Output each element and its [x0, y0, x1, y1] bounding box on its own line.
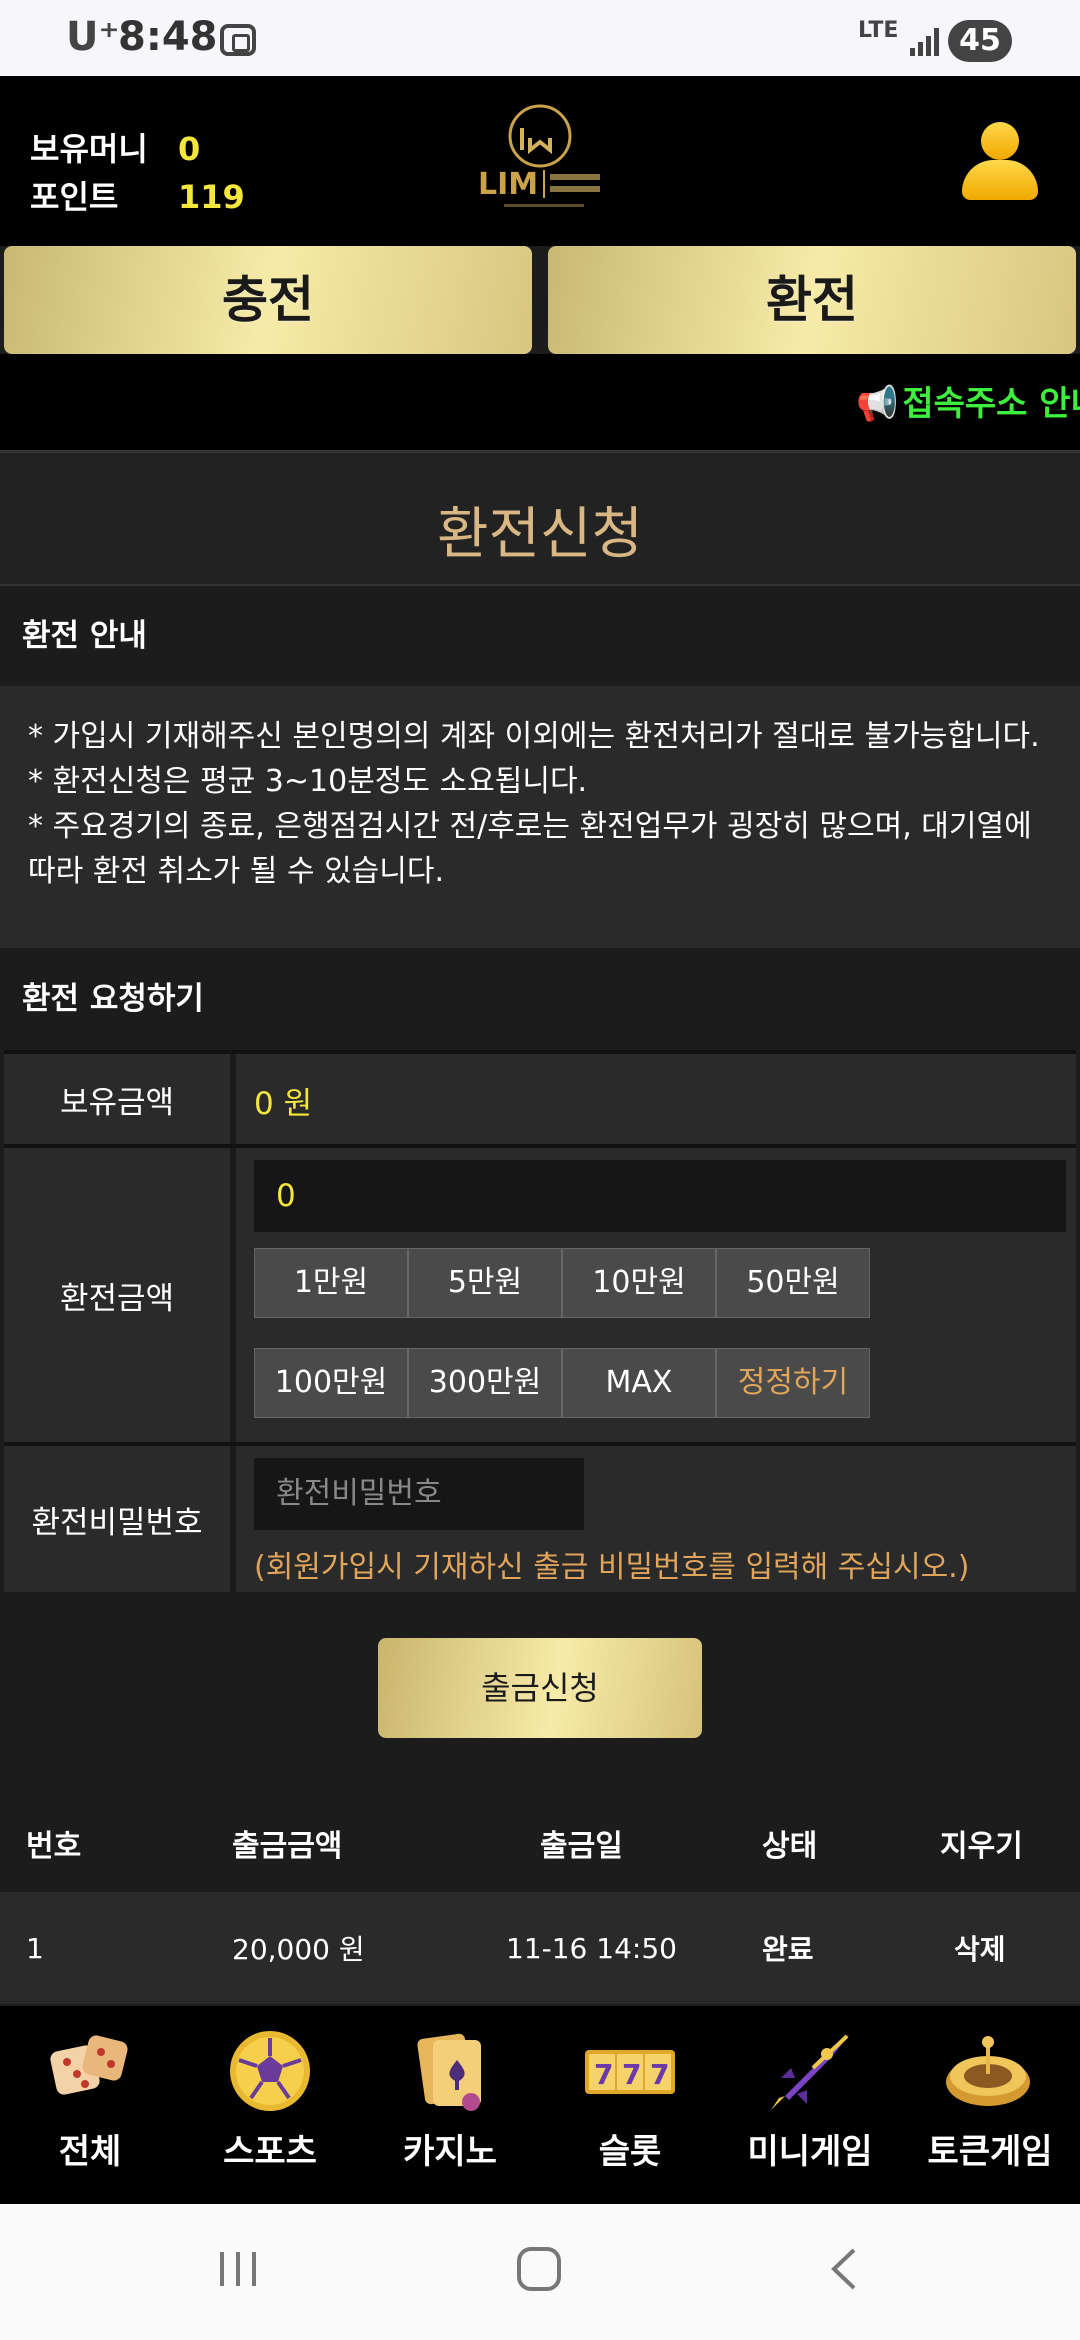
- nav-minigame[interactable]: 미니게임: [720, 2006, 900, 2204]
- recent-apps-icon[interactable]: [214, 2244, 264, 2294]
- point-row: 포인트 119: [30, 172, 245, 218]
- request-title: 환전 요청하기: [0, 948, 1080, 1050]
- quick-amount-button[interactable]: 10만원: [562, 1248, 716, 1318]
- page-title-area: 환전신청: [0, 450, 1080, 586]
- nav-label: 슬롯: [598, 2132, 662, 2172]
- password-row: 환전비밀번호 환전비밀번호 (회원가입시 기재하신 출금 비밀번호를 입력해 주…: [4, 1442, 1076, 1592]
- table-row: 1 20,000 원 11-16 14:50 완료 삭제: [0, 1892, 1080, 2004]
- quick-amount-button[interactable]: 300만원: [408, 1348, 562, 1418]
- amount-input[interactable]: 0: [254, 1160, 1066, 1232]
- deposit-button[interactable]: 충전: [4, 246, 532, 354]
- nav-slot[interactable]: 7 7 7 슬롯: [540, 2006, 720, 2204]
- max-amount-button[interactable]: MAX: [562, 1348, 716, 1418]
- history-col-no: 번호: [26, 1829, 82, 1864]
- notice-label: 접속주소 안내: [902, 384, 1080, 424]
- history-delete-button[interactable]: 삭제: [954, 1892, 1006, 2004]
- nav-sports[interactable]: 스포츠: [180, 2006, 360, 2204]
- cards-icon: [417, 2033, 481, 2111]
- history-no: 1: [26, 1931, 44, 1965]
- site-header: 보유머니 0 포인트 119 LIM: [0, 76, 1080, 246]
- history-col-status: 상태: [762, 1829, 818, 1864]
- nav-label: 토큰게임: [927, 2132, 1053, 2172]
- history-col-delete: 지우기: [940, 1829, 1023, 1864]
- history-col-date: 출금일: [540, 1829, 623, 1864]
- clock: 8:48: [118, 14, 218, 60]
- point-label: 포인트: [30, 178, 119, 216]
- withdraw-password-input[interactable]: 환전비밀번호: [254, 1458, 584, 1530]
- password-label: 환전비밀번호: [4, 1446, 230, 1592]
- history-amount: 20,000 원: [232, 1933, 365, 1966]
- balance-label: 보유금액: [4, 1054, 230, 1144]
- guide-title: 환전 안내: [0, 586, 1080, 686]
- svg-text:7: 7: [622, 2058, 641, 2091]
- quick-amount-button[interactable]: 100만원: [254, 1348, 408, 1418]
- page-title: 환전신청: [436, 502, 644, 567]
- balance-row: 보유금액 0 원: [4, 1050, 1076, 1144]
- game-nav: 전체 스포츠 카지노 7 7 7 슬롯 미니게임 토큰게임: [0, 2006, 1080, 2204]
- history-date: 11-16 14:50: [506, 1931, 677, 1965]
- submit-withdraw-button[interactable]: 출금신청: [378, 1638, 702, 1738]
- system-nav-bar: [0, 2204, 1080, 2340]
- screenshot-icon: [220, 24, 256, 56]
- slot-777-icon: 7 7 7: [585, 2050, 675, 2094]
- nav-all[interactable]: 전체: [0, 2006, 180, 2204]
- password-hint: (회원가입시 기재하신 출금 비밀번호를 입력해 주십시오.): [254, 1550, 970, 1585]
- quick-amount-button[interactable]: 50만원: [716, 1248, 870, 1318]
- megaphone-icon: 📢: [856, 384, 899, 424]
- notice-text[interactable]: 📢접속주소 안내: [856, 376, 1080, 425]
- status-bar: U⁺ 8:48 LTE 45: [0, 0, 1080, 76]
- signal-icon: [910, 26, 940, 56]
- nav-casino[interactable]: 카지노: [360, 2006, 540, 2204]
- back-icon[interactable]: [820, 2244, 870, 2294]
- quick-amount-button[interactable]: 1만원: [254, 1248, 408, 1318]
- guide-line: 따라 환전 취소가 될 수 있습니다.: [28, 854, 445, 889]
- soccer-ball-icon: [230, 2031, 310, 2111]
- money-row: 보유머니 0: [30, 124, 200, 170]
- balance-value: 0 원: [254, 1086, 313, 1122]
- roulette-icon: [946, 2036, 1030, 2106]
- point-value: 119: [178, 178, 245, 216]
- money-value: 0: [178, 130, 201, 168]
- dice-icon: [50, 2035, 128, 2095]
- carrier-label: U⁺: [66, 14, 120, 60]
- home-icon[interactable]: [514, 2244, 564, 2294]
- battery-indicator: 45: [948, 20, 1012, 62]
- logo-text: LIM: [478, 167, 538, 202]
- amount-row: 환전금액 0 1만원 5만원 10만원 50만원 100만원 300만원 MAX…: [4, 1144, 1076, 1442]
- network-label: LTE: [858, 18, 899, 43]
- money-label: 보유머니: [30, 130, 148, 168]
- svg-text:7: 7: [594, 2058, 613, 2091]
- withdraw-button[interactable]: 환전: [548, 246, 1076, 354]
- nav-label: 전체: [58, 2132, 122, 2172]
- nav-label: 스포츠: [223, 2132, 317, 2172]
- guide-line: * 주요경기의 종료, 은행점검시간 전/후로는 환전업무가 굉장히 많으며, …: [28, 809, 1032, 844]
- history-col-amount: 출금금액: [232, 1829, 343, 1864]
- rocket-icon: [771, 2034, 849, 2110]
- guide-line: * 가입시 기재해주신 본인명의의 계좌 이외에는 환전처리가 절대로 불가능합…: [28, 719, 1040, 754]
- svg-text:7: 7: [650, 2058, 669, 2091]
- reset-amount-button[interactable]: 정정하기: [716, 1348, 870, 1418]
- quick-amount-button[interactable]: 5만원: [408, 1248, 562, 1318]
- notice-marquee: 📢접속주소 안내: [0, 354, 1080, 450]
- nav-label: 카지노: [403, 2132, 497, 2172]
- nav-token-game[interactable]: 토큰게임: [900, 2006, 1080, 2204]
- guide-box: * 가입시 기재해주신 본인명의의 계좌 이외에는 환전처리가 절대로 불가능합…: [0, 686, 1080, 948]
- history-header: 번호 출금금액 출금일 상태 지우기: [0, 1796, 1080, 1890]
- nav-label: 미니게임: [747, 2132, 873, 2172]
- history-status: 완료: [762, 1933, 814, 1966]
- amount-label: 환전금액: [4, 1148, 230, 1442]
- guide-line: * 환전신청은 평균 3~10분정도 소요됩니다.: [28, 764, 588, 799]
- user-profile-icon[interactable]: [962, 122, 1038, 200]
- site-logo[interactable]: LIM: [470, 98, 610, 216]
